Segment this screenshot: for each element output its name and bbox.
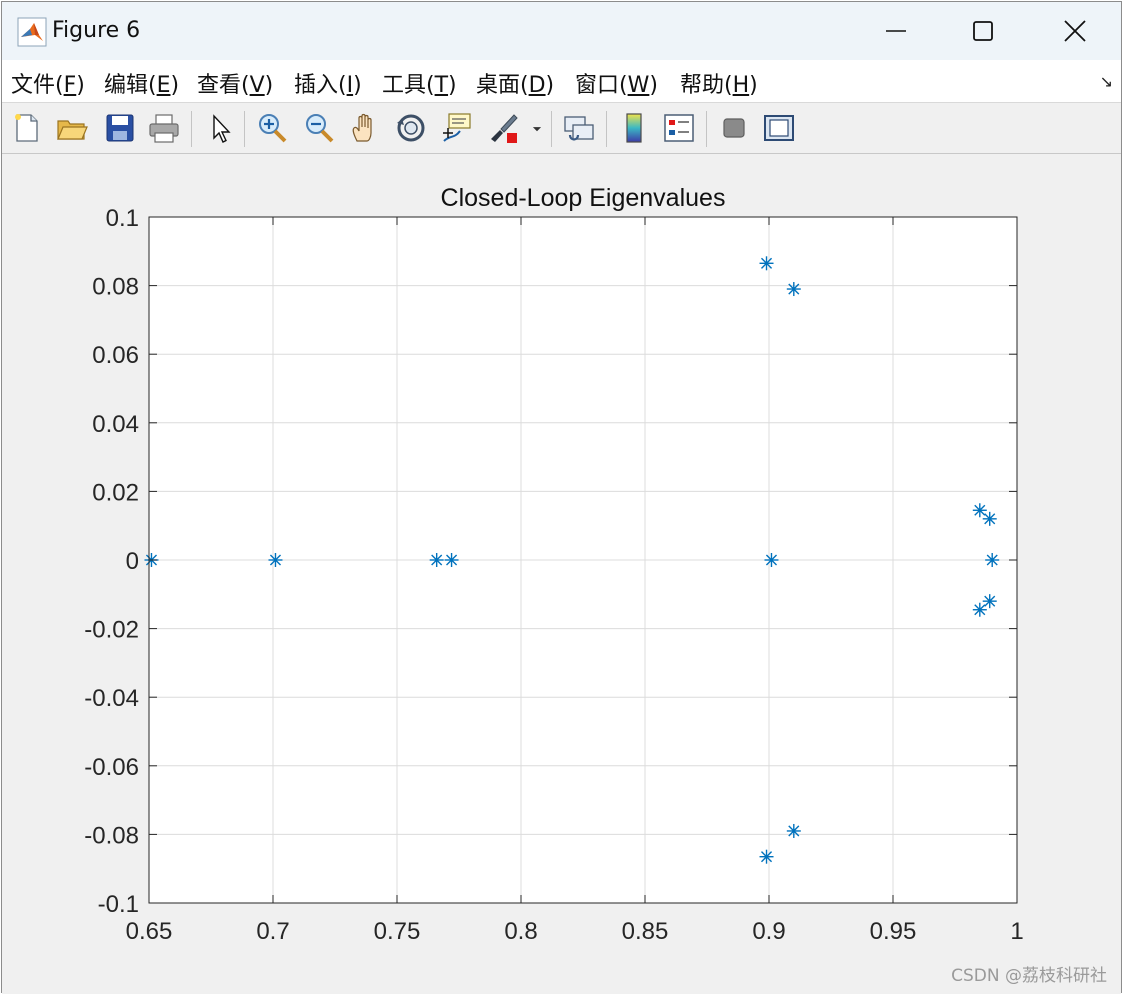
- y-tick-label: -0.02: [84, 617, 139, 644]
- chart-title: Closed-Loop Eigenvalues: [441, 184, 726, 212]
- y-tick-label: 0.04: [92, 411, 139, 438]
- close-icon: [1064, 20, 1086, 42]
- eigenvalue-point: [759, 849, 774, 864]
- y-tick-label: 0.02: [92, 479, 139, 506]
- print-figure-button[interactable]: [145, 109, 183, 147]
- eigenvalue-point: [786, 823, 801, 838]
- show-plot-tools-icon: [764, 115, 794, 141]
- hide-plot-tools-icon: [723, 118, 745, 138]
- toolbar-separator: [706, 111, 707, 147]
- x-tick-label: 0.7: [256, 918, 289, 945]
- x-tick-label: 0.85: [622, 918, 669, 945]
- x-tick-label: 1: [1010, 918, 1023, 945]
- insert-legend-button[interactable]: [660, 109, 698, 147]
- eigenvalue-point: [759, 256, 774, 271]
- eigenvalue-point: [972, 503, 987, 518]
- zoom-out-icon: [306, 114, 334, 143]
- menu-window[interactable]: 窗口(W): [575, 67, 658, 99]
- new-figure-icon: [15, 114, 38, 142]
- eigenvalue-point: [972, 602, 987, 617]
- menu-desktop[interactable]: 桌面(D): [476, 67, 554, 99]
- rotate-3d-button[interactable]: [392, 109, 430, 147]
- y-tick-label: -0.1: [98, 891, 139, 918]
- link-plot-icon: [564, 116, 594, 141]
- rotate-3d-icon: [397, 114, 425, 142]
- window-title: Figure 6: [52, 18, 141, 43]
- brush-icon: [491, 114, 518, 143]
- figure-canvas: 0.65 0.7 0.75 0.8 0.85 0.9 0.95 1 -0.1 -0.08 -0.06…: [2, 154, 1121, 994]
- menu-tools[interactable]: 工具(T): [382, 67, 457, 99]
- brush-button[interactable]: [485, 109, 523, 147]
- open-file-button[interactable]: [53, 109, 91, 147]
- edit-plot-icon: [213, 114, 231, 143]
- pan-button[interactable]: [346, 109, 384, 147]
- x-tick-label: 0.75: [374, 918, 421, 945]
- eigenvalue-point: [982, 511, 997, 526]
- toolbar-separator: [191, 111, 192, 147]
- eigenvalue-point: [985, 553, 1000, 567]
- title-bar: Figure 6: [2, 2, 1121, 60]
- toolbar-separator: [244, 111, 245, 147]
- menu-bar: 文件(F) 编辑(E) 查看(V) 插入(I) 工具(T) 桌面(D) 窗口(W…: [2, 60, 1121, 103]
- pan-icon: [352, 113, 372, 142]
- eigenvalue-point: [444, 553, 459, 567]
- minimize-button[interactable]: [851, 2, 941, 60]
- save-figure-button[interactable]: [101, 109, 139, 147]
- dock-arrow-icon[interactable]: ↘: [1100, 72, 1113, 91]
- x-tick-label: 0.8: [504, 918, 537, 945]
- print-figure-icon: [149, 114, 179, 143]
- insert-legend-icon: [664, 114, 694, 142]
- new-figure-button[interactable]: [8, 109, 46, 147]
- menu-insert[interactable]: 插入(I): [294, 67, 362, 99]
- toolbar-separator: [551, 111, 552, 147]
- eigenvalue-point: [786, 282, 801, 297]
- open-file-icon: [57, 120, 88, 140]
- zoom-in-button[interactable]: [253, 109, 291, 147]
- zoom-out-button[interactable]: [300, 109, 338, 147]
- x-tick-label: 0.9: [752, 918, 785, 945]
- y-tick-label: 0.06: [92, 342, 139, 369]
- brush-dropdown-button[interactable]: [526, 109, 548, 147]
- eigenvalue-point: [764, 553, 779, 567]
- y-tick-label: 0: [126, 548, 139, 575]
- y-tick-label: -0.04: [84, 685, 139, 712]
- maximize-button[interactable]: [938, 2, 1028, 60]
- figure-window: Figure 6 文件(F) 编辑(E) 查看(V) 插入(I) 工具(T) 桌…: [1, 1, 1122, 994]
- zoom-in-icon: [259, 114, 287, 143]
- insert-colorbar-button[interactable]: [615, 109, 653, 147]
- matlab-icon: [17, 17, 47, 47]
- data-cursor-icon: [443, 113, 471, 142]
- close-button[interactable]: [1030, 2, 1120, 60]
- y-tick-label: 0.08: [92, 274, 139, 301]
- eigenvalue-point: [982, 594, 997, 609]
- eigenvalue-scatter-chart: 0.65 0.7 0.75 0.8 0.85 0.9 0.95 1 -0.1 -0.08 -0.06…: [84, 184, 1023, 945]
- toolbar-separator: [606, 111, 607, 147]
- menu-help[interactable]: 帮助(H): [680, 67, 758, 99]
- watermark: CSDN @荔枝科研社: [951, 966, 1107, 986]
- menu-edit[interactable]: 编辑(E): [104, 67, 179, 99]
- edit-plot-button[interactable]: [201, 109, 239, 147]
- link-plot-button[interactable]: [560, 109, 598, 147]
- menu-view[interactable]: 查看(V): [197, 67, 273, 99]
- eigenvalue-point: [268, 553, 283, 567]
- save-figure-icon: [106, 114, 134, 142]
- eigenvalue-point: [429, 553, 444, 567]
- y-tick-label: 0.1: [106, 205, 139, 232]
- data-cursor-button[interactable]: [438, 109, 476, 147]
- x-tick-label: 0.65: [126, 918, 173, 945]
- insert-colorbar-icon: [626, 113, 642, 143]
- show-plot-tools-button[interactable]: [760, 109, 798, 147]
- chevron-down-icon: [532, 127, 542, 132]
- figure-toolbar: [2, 103, 1121, 154]
- menu-file[interactable]: 文件(F): [11, 67, 85, 99]
- y-tick-label: -0.08: [84, 822, 139, 849]
- x-tick-label: 0.95: [870, 918, 917, 945]
- maximize-icon: [973, 21, 993, 41]
- hide-plot-tools-button[interactable]: [715, 109, 753, 147]
- minimize-icon: [886, 30, 906, 32]
- y-tick-label: -0.06: [84, 754, 139, 781]
